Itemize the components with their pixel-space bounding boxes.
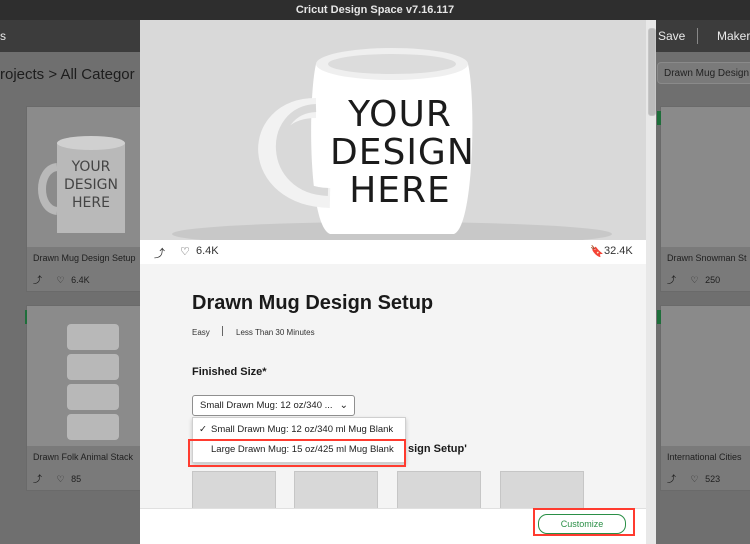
card-title: Drawn Snowman St <box>667 253 747 263</box>
svg-text:YOUR: YOUR <box>71 159 111 175</box>
hero-text-line: DESIGN <box>330 132 475 173</box>
difficulty: Easy <box>192 328 210 337</box>
stats-row: ⤴ ♡ 6.4K 🔖 32.4K <box>140 240 646 264</box>
thumbnail[interactable] <box>397 471 481 513</box>
card-title: International Cities <box>667 452 742 462</box>
card-image <box>27 306 143 446</box>
heart-icon[interactable]: ♡ <box>180 245 190 258</box>
thumbnail[interactable] <box>192 471 276 513</box>
project-meta: Easy Less Than 30 Minutes <box>192 328 315 337</box>
mug-stack-image <box>27 306 143 446</box>
project-detail-modal: YOUR DESIGN HERE ⤴ ♡ 6.4K 🔖 32.4K Drawn … <box>140 20 656 544</box>
project-title: Drawn Mug Design Setup <box>192 292 434 314</box>
toolbar-divider <box>697 28 698 44</box>
like-count: 523 <box>705 474 721 484</box>
card-image <box>661 306 750 446</box>
finished-size-label: Finished Size* <box>192 366 267 378</box>
like-count: 6.4K <box>71 275 90 285</box>
share-icon[interactable]: ⤴ <box>667 474 676 484</box>
heart-icon[interactable]: ♡ <box>57 275 65 285</box>
bookmark-icon[interactable]: 🔖 <box>590 245 604 258</box>
highlight-box <box>188 439 406 467</box>
share-icon[interactable]: ⤴ <box>33 275 42 285</box>
select-value: Small Drawn Mug: 12 oz/340 ... <box>200 400 333 411</box>
hero-image: YOUR DESIGN HERE <box>140 20 646 246</box>
mug-image: YOUR DESIGN HERE <box>27 107 143 247</box>
thumbnail[interactable] <box>294 471 378 513</box>
section-heading: sign Setup' <box>408 443 467 455</box>
like-count: 6.4K <box>196 245 219 257</box>
card-meta: ⤴ ♡ 6.4K <box>33 273 90 286</box>
share-icon[interactable]: ⤴ <box>667 275 676 285</box>
modal-scrollbar[interactable] <box>646 20 656 544</box>
toolbar-fragment: s <box>0 29 6 43</box>
project-card[interactable]: a Drawn Snowman St ⤴ ♡ 250 <box>657 106 750 292</box>
card-image: YOUR DESIGN HERE <box>27 107 143 247</box>
meta-divider <box>222 326 223 336</box>
search-input[interactable]: Drawn Mug Design <box>657 62 750 84</box>
window-title: Cricut Design Space v7.16.117 <box>0 0 750 20</box>
card-meta: ⤴ ♡ 523 <box>667 472 720 485</box>
share-icon[interactable]: ⤴ <box>33 474 42 484</box>
heart-icon[interactable]: ♡ <box>691 275 699 285</box>
time-estimate: Less Than 30 Minutes <box>236 328 315 337</box>
size-select[interactable]: Small Drawn Mug: 12 oz/340 ... ⌄ <box>192 395 355 416</box>
svg-text:HERE: HERE <box>72 195 110 211</box>
hero-text-line: HERE <box>349 170 451 211</box>
svg-text:DESIGN: DESIGN <box>64 177 118 193</box>
scrollbar-thumb[interactable] <box>648 28 656 116</box>
option-label: Small Drawn Mug: 12 oz/340 ml Mug Blank <box>211 424 394 435</box>
card-meta: ⤴ ♡ 250 <box>667 273 720 286</box>
heart-icon[interactable]: ♡ <box>691 474 699 484</box>
thumbnail[interactable] <box>500 471 584 513</box>
card-meta: ⤴ ♡ 85 <box>33 472 81 485</box>
highlight-box <box>533 508 635 536</box>
check-icon: ✓ <box>199 424 207 435</box>
like-count: 250 <box>705 275 721 285</box>
hero-text-line: YOUR <box>348 94 452 135</box>
bookmark-count: 32.4K <box>604 245 633 257</box>
breadcrumb[interactable]: rojects > All Categor <box>0 66 135 83</box>
card-title: Drawn Folk Animal Stack <box>33 452 134 462</box>
project-card[interactable]: a Drawn Folk Animal Stack ⤴ ♡ 85 <box>25 305 144 491</box>
maker-button[interactable]: Maker <box>717 29 750 43</box>
card-image <box>661 107 750 247</box>
save-button[interactable]: Save <box>658 29 685 43</box>
card-title: Drawn Mug Design Setup <box>33 253 136 263</box>
heart-icon[interactable]: ♡ <box>57 474 65 484</box>
project-card[interactable]: a International Cities ⤴ ♡ 523 <box>657 305 750 491</box>
like-count: 85 <box>71 474 82 484</box>
size-option-small[interactable]: ✓ Small Drawn Mug: 12 oz/340 ml Mug Blan… <box>193 420 405 440</box>
share-icon[interactable]: ⤴ <box>154 245 165 261</box>
chevron-down-icon: ⌄ <box>339 400 348 411</box>
project-card[interactable]: YOUR DESIGN HERE Drawn Mug Design Setup … <box>26 106 144 292</box>
